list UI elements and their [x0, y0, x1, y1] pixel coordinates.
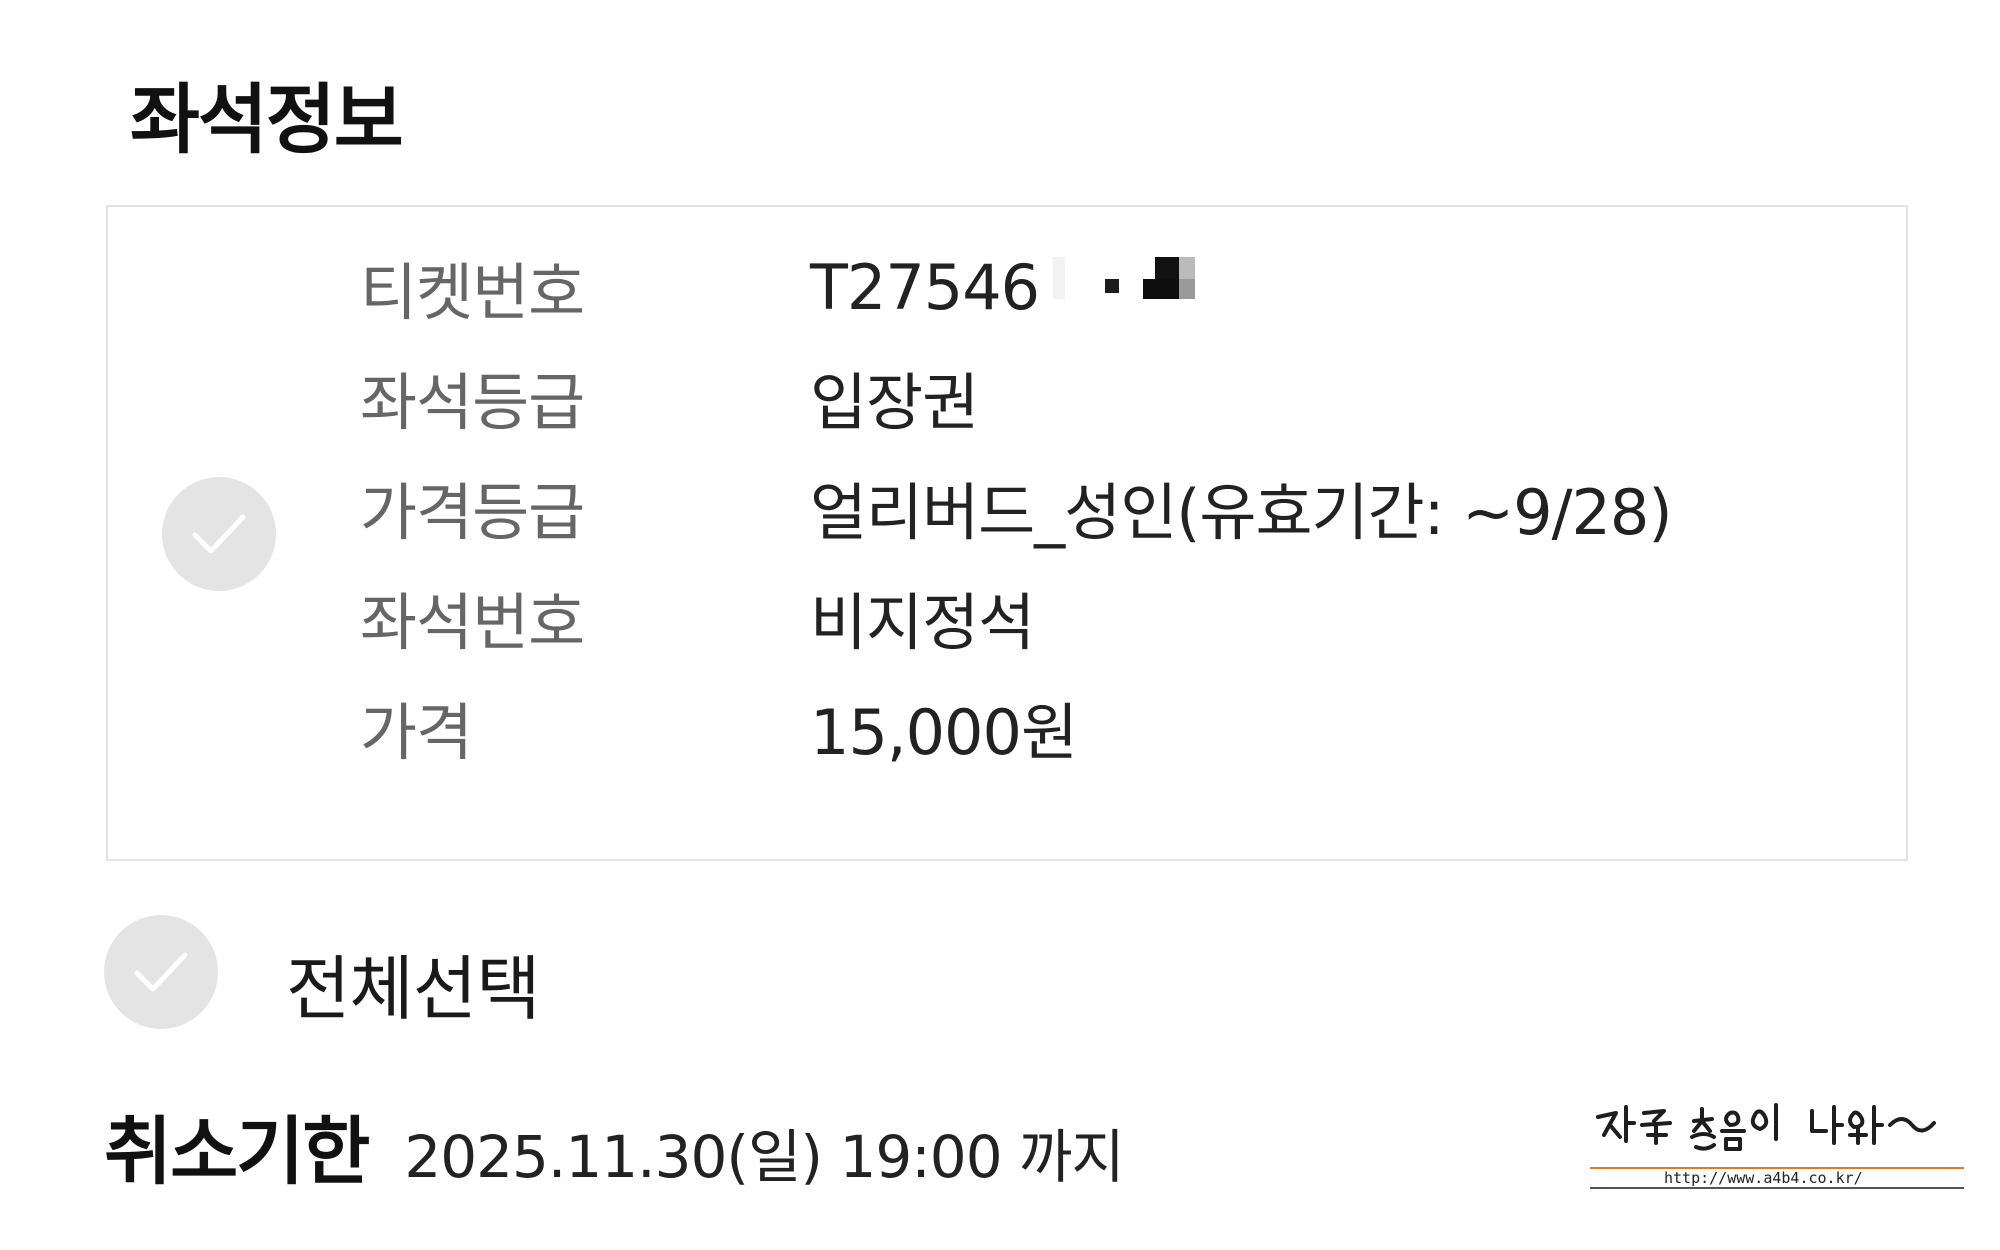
info-label: 가격등급 [360, 476, 585, 549]
select-all-row[interactable]: 전체선택 [104, 915, 1104, 1031]
ticket-number-text: T27546 [810, 250, 1040, 324]
price-value: 15,000원 [810, 696, 1078, 769]
watermark-handwriting [1596, 1103, 1936, 1151]
price-grade-value: 얼리버드_성인(유효기간: ~9/28) [810, 476, 1673, 549]
cancel-deadline-value: 2025.11.30(일) 19:00 까지 [404, 1123, 1124, 1191]
select-all-checkbox[interactable] [104, 915, 218, 1029]
cancel-deadline: 취소기한 2025.11.30(일) 19:00 까지 [104, 1092, 1125, 1199]
check-icon [192, 514, 246, 554]
watermark-underline [1590, 1187, 1964, 1189]
ticket-number-value: T27546 [810, 251, 1227, 324]
watermark-logo: http://www.a4b4.co.kr/ [1590, 1095, 1970, 1195]
redacted-mosaic [1047, 257, 1227, 317]
info-label: 티켓번호 [360, 256, 585, 329]
seat-grade-value: 입장권 [810, 366, 979, 439]
info-label: 좌석등급 [360, 366, 585, 439]
seat-select-checkbox[interactable] [162, 477, 276, 591]
info-label: 좌석번호 [360, 586, 585, 659]
cancel-deadline-label: 취소기한 [104, 1109, 370, 1195]
section-title: 좌석정보 [130, 75, 404, 164]
seat-number-value: 비지정석 [810, 586, 1035, 659]
watermark-url: http://www.a4b4.co.kr/ [1664, 1169, 1863, 1187]
info-label: 가격 [360, 696, 473, 769]
select-all-label: 전체선택 [286, 948, 541, 1030]
seat-info-card: 티켓번호 T27546 좌석등급 입장권 가격등급 얼리버드_성인(유효기간: … [106, 205, 1908, 861]
check-icon [134, 952, 188, 992]
